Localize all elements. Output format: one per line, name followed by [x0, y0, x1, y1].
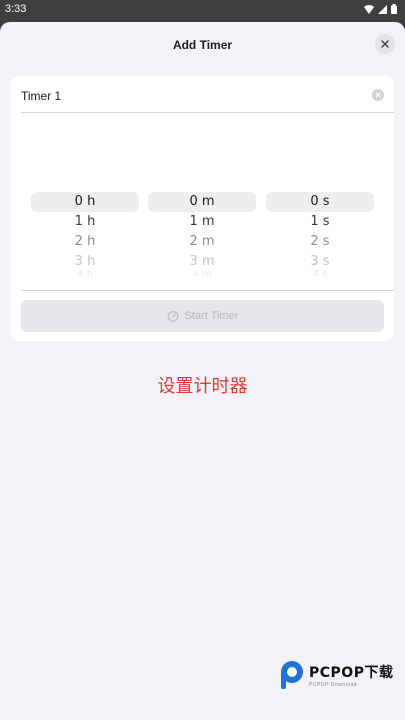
divider: [21, 112, 394, 113]
promo-caption: 设置计时器: [157, 376, 248, 397]
sheet-title: Add Timer: [172, 38, 233, 52]
divider: [21, 290, 394, 291]
close-button[interactable]: [375, 34, 395, 54]
picker-option-selected[interactable]: 0 s: [266, 192, 374, 212]
picker-option[interactable]: 1 m: [148, 212, 256, 232]
watermark: PCPOP下载 PCPOP Download: [279, 660, 393, 690]
picker-option[interactable]: 2 h: [31, 232, 139, 252]
picker-option[interactable]: 2 s: [266, 232, 374, 252]
picker-option[interactable]: 4 h: [31, 268, 139, 280]
status-icons: [364, 4, 397, 14]
status-bar: 3:33: [0, 0, 405, 22]
close-icon: [381, 40, 389, 48]
status-time: 3:33: [5, 3, 27, 15]
picker-option[interactable]: 2 m: [148, 232, 256, 252]
start-timer-button[interactable]: Start Timer: [21, 300, 384, 332]
battery-icon: [391, 4, 397, 14]
timer-icon: [167, 311, 178, 322]
picker-option[interactable]: 1 s: [266, 212, 374, 232]
watermark-sub: PCPOP Download: [309, 682, 358, 688]
timer-name-input[interactable]: [21, 84, 351, 108]
picker-option-selected[interactable]: 0 h: [31, 192, 139, 212]
picker-option[interactable]: 4 m: [148, 268, 256, 280]
hours-picker[interactable]: 0 h 1 h 2 h 3 h 4 h: [31, 192, 139, 288]
watermark-brand: PCPOP下载: [309, 665, 394, 681]
start-timer-label: Start Timer: [184, 310, 239, 322]
add-timer-sheet: Add Timer 0 h 1 h 2 h 3 h 4 h 0 m 1 m 2 …: [0, 22, 405, 720]
signal-icon: [378, 4, 387, 14]
pcpop-logo-icon: [281, 661, 303, 689]
picker-option[interactable]: 4 s: [266, 268, 374, 280]
picker-option[interactable]: 1 h: [31, 212, 139, 232]
seconds-picker[interactable]: 0 s 1 s 2 s 3 s 4 s: [266, 192, 374, 288]
clear-circle-icon[interactable]: [372, 89, 384, 101]
wifi-icon: [364, 4, 374, 14]
timer-card: 0 h 1 h 2 h 3 h 4 h 0 m 1 m 2 m 3 m 4 m …: [11, 76, 394, 341]
minutes-picker[interactable]: 0 m 1 m 2 m 3 m 4 m: [148, 192, 256, 288]
picker-option-selected[interactable]: 0 m: [148, 192, 256, 212]
